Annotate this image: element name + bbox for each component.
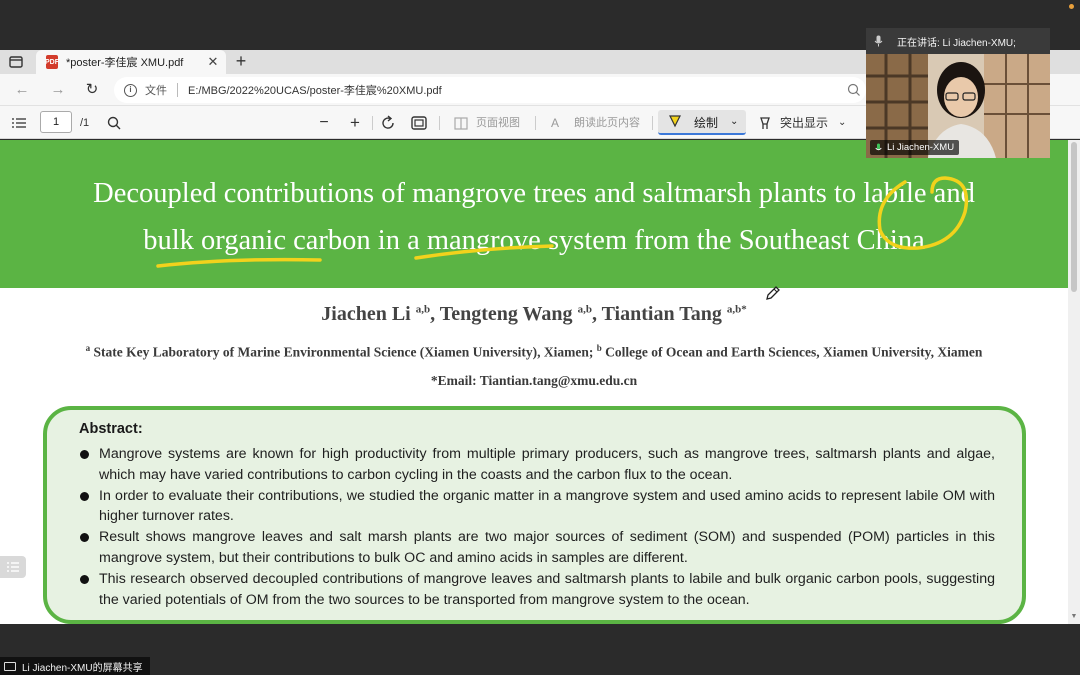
- toolbar-divider: [652, 116, 653, 130]
- poster-authors: Jiachen Li a,b, Tengteng Wang a,b, Tiant…: [321, 303, 747, 325]
- video-name-tag: Li Jiachen-XMU: [870, 140, 960, 155]
- scrollbar-thumb[interactable]: [1071, 142, 1077, 292]
- author-affiliation-mark: a,b: [577, 303, 592, 316]
- toolbar-divider: [439, 116, 440, 130]
- affiliation-mark: a: [85, 343, 91, 353]
- scroll-down-icon[interactable]: ▼: [1070, 613, 1078, 620]
- read-aloud-label[interactable]: 朗读此页内容: [574, 113, 640, 133]
- abstract-list: Mangrove systems are known for high prod…: [77, 444, 995, 611]
- author-name: Tiantian Tang: [601, 303, 722, 325]
- active-speaker-bar: 正在讲话: Li Jiachen-XMU;: [866, 28, 1050, 54]
- active-speaker-label: 正在讲话: Li Jiachen-XMU;: [897, 37, 1016, 49]
- zoom-out-icon[interactable]: −: [316, 113, 332, 133]
- search-icon[interactable]: [106, 113, 122, 133]
- vertical-scrollbar[interactable]: ▼: [1068, 140, 1080, 624]
- abstract-bullet: Result shows mangrove leaves and salt ma…: [77, 527, 995, 568]
- draw-label: 绘制: [694, 116, 719, 130]
- zoom-in-icon[interactable]: +: [347, 113, 363, 133]
- meeting-bottom-bar: [0, 624, 1080, 675]
- poster-title-line: bulk organic carbon in a mangrove system…: [143, 225, 925, 256]
- affiliation-a: State Key Laboratory of Marine Environme…: [93, 344, 594, 360]
- info-icon[interactable]: i: [124, 83, 137, 97]
- pdf-page: Decoupled contributions of mangrove tree…: [0, 140, 1068, 624]
- close-tab-icon[interactable]: ✕: [206, 54, 220, 70]
- toolbar-divider: [535, 116, 536, 130]
- highlight-label[interactable]: 突出显示: [780, 113, 828, 133]
- tab-title: *poster-李佳宸 XMU.pdf: [66, 57, 184, 69]
- video-participant-name: Li Jiachen-XMU: [887, 142, 955, 153]
- chevron-down-icon[interactable]: ⌄: [838, 113, 846, 133]
- pdf-icon: PDF: [45, 55, 59, 69]
- table-of-contents-icon[interactable]: [11, 113, 27, 133]
- draw-triangle-icon: [669, 115, 681, 128]
- forward-button[interactable]: →: [48, 80, 68, 100]
- zoom-icon[interactable]: [846, 83, 866, 97]
- poster-title-band: Decoupled contributions of mangrove tree…: [0, 140, 1068, 288]
- contact-email: *Email: Tiantian.tang@xmu.edu.cn: [430, 373, 638, 388]
- page-total: /1: [80, 117, 90, 129]
- back-button[interactable]: ←: [12, 80, 32, 100]
- page-view-icon[interactable]: [453, 113, 469, 133]
- abstract-bullet: This research observed decoupled contrib…: [77, 569, 995, 610]
- page-number-input[interactable]: 1: [40, 111, 72, 133]
- toolbar-divider: [372, 116, 373, 130]
- outline-toggle-button[interactable]: [0, 556, 26, 578]
- poster-title: Decoupled contributions of mangrove tree…: [0, 170, 1068, 264]
- read-aloud-icon[interactable]: A: [551, 113, 559, 133]
- browser-tab[interactable]: PDF *poster-李佳宸 XMU.pdf ✕: [36, 50, 226, 74]
- poster-affiliations: a State Key Laboratory of Marine Environ…: [0, 343, 1068, 361]
- abstract-bullet: Mangrove systems are known for high prod…: [77, 444, 995, 485]
- address-divider: [177, 83, 178, 97]
- screen-share-icon: [4, 661, 16, 671]
- author-name: Jiachen Li: [321, 303, 411, 325]
- new-tab-button[interactable]: +: [232, 52, 250, 70]
- poster-title-line: Decoupled contributions of mangrove tree…: [93, 178, 975, 209]
- refresh-button[interactable]: ↻: [82, 80, 102, 100]
- screen-share-label: Li Jiachen-XMU的屏幕共享: [22, 662, 143, 674]
- pen-cursor-icon: [766, 286, 780, 300]
- abstract-box: Abstract: Mangrove systems are known for…: [43, 406, 1026, 624]
- recording-indicator: [1069, 4, 1074, 9]
- highlight-icon[interactable]: [758, 113, 772, 133]
- microphone-icon: [874, 35, 883, 47]
- author-affiliation-mark: a,b*: [726, 303, 747, 316]
- participant-video[interactable]: Li Jiachen-XMU: [866, 54, 1050, 158]
- affiliation-b: College of Ocean and Earth Sciences, Xia…: [605, 344, 983, 360]
- screen-share-tag: Li Jiachen-XMU的屏幕共享: [0, 657, 150, 675]
- fit-page-icon[interactable]: [410, 113, 428, 133]
- chevron-down-icon[interactable]: ⌄: [730, 116, 738, 127]
- author-name: Tengteng Wang: [439, 303, 573, 325]
- tab-actions-icon[interactable]: [8, 54, 24, 70]
- affiliation-mark: b: [596, 343, 602, 353]
- page-view-label[interactable]: 页面视图: [476, 113, 520, 133]
- address-field[interactable]: i 文件 E:/MBG/2022%20UCAS/poster-李佳宸%20XMU…: [114, 77, 866, 103]
- microphone-active-icon: [875, 143, 882, 150]
- abstract-bullet: In order to evaluate their contributions…: [77, 486, 995, 527]
- abstract-heading: Abstract:: [79, 421, 143, 437]
- address-url[interactable]: E:/MBG/2022%20UCAS/poster-李佳宸%20XMU.pdf: [188, 82, 846, 98]
- list-icon: [7, 562, 19, 572]
- address-scheme-label: 文件: [145, 85, 167, 97]
- rotate-icon[interactable]: [379, 113, 397, 133]
- draw-button[interactable]: 绘制 ⌄: [658, 110, 746, 135]
- screen-share: PDF *poster-李佳宸 XMU.pdf ✕ + ← → ↻ i 文件 E…: [0, 0, 1080, 675]
- author-affiliation-mark: a,b: [415, 303, 431, 316]
